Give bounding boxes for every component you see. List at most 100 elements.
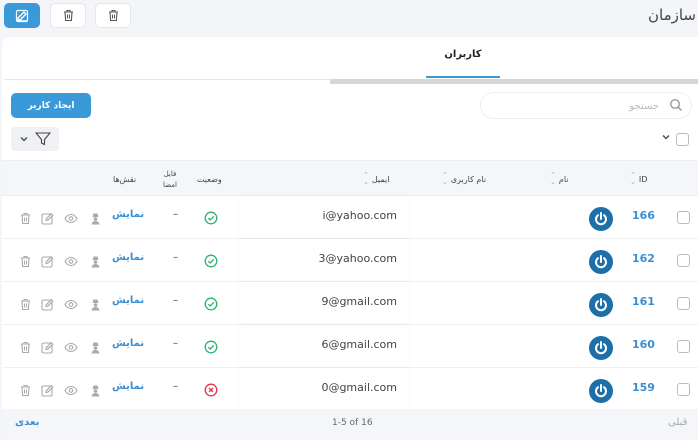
- select-all-checkbox[interactable]: [676, 133, 689, 146]
- filter-button[interactable]: [11, 127, 59, 151]
- filter-icon: [34, 132, 51, 146]
- trash-icon: [63, 9, 73, 22]
- user-secret-icon: [91, 385, 100, 397]
- active-tab-indicator: [426, 76, 500, 78]
- avatar: [589, 379, 613, 403]
- check-circle-icon: [204, 211, 218, 225]
- email-cell: 3@yahoo.com: [239, 239, 409, 281]
- page-info: 1-5 of 16: [332, 418, 373, 428]
- avatar: [589, 336, 613, 360]
- status-badge: [204, 296, 218, 315]
- email-cell: i@yahoo.com: [239, 196, 409, 238]
- delete-all-button[interactable]: [95, 3, 131, 28]
- user-secret-icon: [91, 299, 100, 311]
- delete-row-button[interactable]: [19, 296, 32, 315]
- impersonate-button[interactable]: [89, 296, 102, 315]
- user-id[interactable]: 166: [632, 209, 655, 222]
- user-id[interactable]: 161: [632, 295, 655, 308]
- divider: [4, 79, 330, 80]
- impersonate-button[interactable]: [89, 253, 102, 272]
- row-checkbox[interactable]: [677, 297, 690, 310]
- impersonate-button[interactable]: [89, 210, 102, 229]
- delete-row-button[interactable]: [19, 253, 32, 272]
- user-secret-icon: [91, 213, 100, 225]
- user-id[interactable]: 160: [632, 338, 655, 351]
- show-roles-link[interactable]: نمایش: [112, 338, 144, 349]
- sort-icon: ⌃ ⌄: [442, 171, 448, 186]
- signature-file-value: –: [173, 381, 178, 392]
- edit-row-button[interactable]: [41, 210, 54, 229]
- column-roles: نقش‌ها: [113, 174, 137, 184]
- user-id[interactable]: 162: [632, 252, 655, 265]
- column-name[interactable]: ⌃ ⌄ نام: [550, 161, 569, 197]
- sort-icon: ⌃ ⌄: [363, 171, 369, 186]
- column-status: وضعیت: [197, 174, 222, 184]
- avatar: [589, 293, 613, 317]
- edit-row-button[interactable]: [41, 382, 54, 401]
- next-page-button[interactable]: بعدی: [15, 417, 39, 428]
- delete-row-button[interactable]: [19, 382, 32, 401]
- pagination-footer: قبلی 1-5 of 16 بعدی: [2, 409, 698, 440]
- impersonate-button[interactable]: [89, 339, 102, 358]
- edit-row-button[interactable]: [41, 339, 54, 358]
- signature-file-value: –: [173, 338, 178, 349]
- user-id[interactable]: 159: [632, 381, 655, 394]
- signature-file-value: –: [173, 209, 178, 220]
- edit-row-button[interactable]: [41, 253, 54, 272]
- avatar: [589, 250, 613, 274]
- view-button[interactable]: [64, 210, 78, 229]
- view-button[interactable]: [64, 296, 78, 315]
- chevron-down-icon: [662, 135, 670, 140]
- show-roles-link[interactable]: نمایش: [112, 209, 144, 220]
- view-button[interactable]: [64, 339, 78, 358]
- trash-icon: [108, 9, 118, 22]
- column-email[interactable]: ⌃ ⌄ ایمیل: [363, 161, 389, 197]
- edit-icon: [41, 384, 54, 397]
- prev-page-button[interactable]: قبلی: [668, 417, 687, 428]
- show-roles-link[interactable]: نمایش: [112, 381, 144, 392]
- check-circle-icon: [204, 297, 218, 311]
- view-button[interactable]: [64, 382, 78, 401]
- create-user-button[interactable]: ایجاد کاربر: [11, 93, 91, 118]
- edit-button[interactable]: [4, 3, 40, 28]
- user-secret-icon: [91, 256, 100, 268]
- edit-row-button[interactable]: [41, 296, 54, 315]
- show-roles-link[interactable]: نمایش: [112, 252, 144, 263]
- tab-users[interactable]: کاربران: [426, 49, 500, 60]
- users-card: کاربران ایجاد کاربر ⌃⌄ ID ⌃⌄ نام ⌃⌄ نام …: [2, 37, 698, 440]
- trash-icon: [21, 255, 30, 268]
- user-secret-icon: [91, 342, 100, 354]
- status-badge: [204, 253, 218, 272]
- delete-row-button[interactable]: [19, 339, 32, 358]
- table-row: 159 0@gmail.com – نمایش: [2, 368, 698, 411]
- row-checkbox[interactable]: [677, 383, 690, 396]
- status-badge: [204, 382, 218, 401]
- row-checkbox[interactable]: [677, 211, 690, 224]
- eye-icon: [64, 256, 78, 267]
- show-roles-link[interactable]: نمایش: [112, 295, 144, 306]
- edit-icon: [41, 212, 54, 225]
- row-checkbox[interactable]: [677, 340, 690, 353]
- trash-icon: [21, 298, 30, 311]
- delete-row-button[interactable]: [19, 210, 32, 229]
- trash-icon: [21, 341, 30, 354]
- power-icon: [595, 384, 607, 398]
- view-button[interactable]: [64, 253, 78, 272]
- check-circle-icon: [204, 340, 218, 354]
- sort-icon: ⌃ ⌄: [630, 171, 636, 186]
- trash-icon: [21, 212, 30, 225]
- column-username[interactable]: ⌃ ⌄ نام کاربری: [442, 161, 486, 197]
- edit-icon: [41, 255, 54, 268]
- signature-file-value: –: [173, 252, 178, 263]
- search-input[interactable]: [489, 97, 659, 115]
- delete-selected-button[interactable]: [50, 3, 86, 28]
- column-id[interactable]: ⌃ ⌄ ID: [630, 161, 647, 197]
- select-menu-chevron[interactable]: [662, 133, 670, 144]
- top-bar: سازمان: [0, 0, 698, 36]
- trash-icon: [21, 384, 30, 397]
- email-text: i@yahoo.com: [322, 209, 397, 222]
- row-checkbox[interactable]: [677, 254, 690, 267]
- power-icon: [595, 298, 607, 312]
- impersonate-button[interactable]: [89, 382, 102, 401]
- edit-icon: [41, 341, 54, 354]
